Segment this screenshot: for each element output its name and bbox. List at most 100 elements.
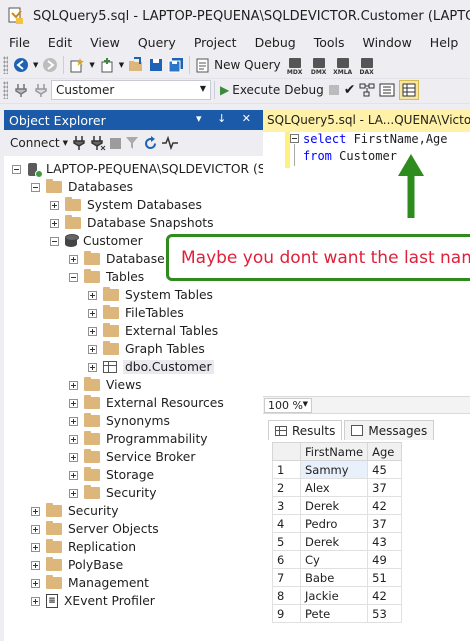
tree-node-graph-tables[interactable]: Graph Tables	[88, 340, 205, 358]
row-number[interactable]: 7	[272, 568, 301, 587]
tree-node-management[interactable]: Management	[31, 574, 149, 592]
row-number[interactable]: 5	[272, 532, 301, 551]
collapse-icon[interactable]	[12, 164, 21, 174]
stop-icon[interactable]	[110, 133, 122, 153]
expand-icon[interactable]	[69, 470, 78, 480]
tree-node-tables[interactable]: Tables	[69, 268, 144, 286]
dropdown-arrow-icon[interactable]: ▼	[89, 55, 94, 75]
forward-icon[interactable]	[42, 55, 58, 75]
expand-icon[interactable]	[31, 560, 40, 570]
menu-tools[interactable]: Tools	[305, 35, 354, 50]
connect-icon[interactable]	[33, 80, 49, 100]
toolbar-grip[interactable]	[3, 81, 8, 99]
toolbar-grip[interactable]	[3, 56, 8, 74]
query-options-icon[interactable]	[379, 80, 395, 100]
results-to-grid-icon[interactable]	[399, 80, 420, 100]
table-row[interactable]: 8 Jackie 42	[272, 586, 403, 605]
zoom-dropdown[interactable]: 100 % ▼	[264, 397, 312, 413]
column-header-age[interactable]: Age	[367, 442, 403, 461]
save-icon[interactable]	[148, 55, 164, 75]
menu-file[interactable]: File	[0, 35, 39, 50]
table-row[interactable]: 3 Derek 42	[272, 496, 403, 515]
collapse-icon[interactable]	[69, 272, 78, 282]
table-row[interactable]: 1 Sammy 45	[272, 460, 403, 479]
menu-window[interactable]: Window	[354, 35, 421, 50]
tab-query-editor[interactable]: SQLQuery5.sql - LA...QUENA\Victor (60))	[263, 110, 470, 130]
expand-icon[interactable]	[88, 344, 97, 354]
cell-firstname[interactable]: Pedro	[299, 514, 369, 533]
stop-icon[interactable]	[328, 80, 340, 100]
cell-firstname[interactable]: Sammy	[299, 460, 369, 479]
tree-node-storage[interactable]: Storage	[69, 466, 154, 484]
table-row[interactable]: 5 Derek 43	[272, 532, 403, 551]
new-project-icon[interactable]	[69, 55, 85, 75]
table-row[interactable]: 9 Pete 53	[272, 604, 403, 623]
tree-node-service-broker[interactable]: Service Broker	[69, 448, 195, 466]
tree-node-databases[interactable]: Databases	[31, 178, 133, 196]
tree-node-system-databases[interactable]: System Databases	[50, 196, 202, 214]
object-explorer-header[interactable]: Object Explorer ▾ ↓ ✕	[4, 110, 263, 130]
expand-icon[interactable]	[88, 308, 97, 318]
available-databases-dropdown[interactable]: Customer ▼	[51, 80, 211, 100]
execute-button[interactable]: ▶ Execute	[220, 80, 280, 100]
row-number[interactable]: 8	[272, 586, 301, 605]
display-estimated-plan-icon[interactable]	[359, 80, 375, 100]
tree-node-external-tables[interactable]: External Tables	[88, 322, 218, 340]
cell-age[interactable]: 37	[367, 514, 403, 533]
expand-icon[interactable]	[50, 200, 59, 210]
expand-icon[interactable]	[88, 326, 97, 336]
dropdown-arrow-icon[interactable]: ▼	[119, 55, 124, 75]
expand-icon[interactable]	[31, 596, 40, 606]
filter-icon[interactable]	[125, 133, 139, 153]
tab-results[interactable]: Results	[268, 420, 343, 440]
tree-node-server-objects[interactable]: Server Objects	[31, 520, 159, 538]
new-query-button[interactable]: New Query	[195, 55, 281, 75]
dmx-query-icon[interactable]: DMX	[307, 54, 331, 76]
column-header-firstname[interactable]: FirstName	[299, 442, 369, 461]
tree-node-programmability[interactable]: Programmability	[69, 430, 208, 448]
cell-firstname[interactable]: Alex	[299, 478, 369, 497]
tree-node-replication[interactable]: Replication	[31, 538, 136, 556]
cell-firstname[interactable]: Pete	[299, 604, 369, 623]
expand-icon[interactable]	[88, 290, 97, 300]
tree-node-synonyms[interactable]: Synonyms	[69, 412, 170, 430]
tree-node-system-tables[interactable]: System Tables	[88, 286, 213, 304]
cell-firstname[interactable]: Babe	[299, 568, 369, 587]
table-row[interactable]: 4 Pedro 37	[272, 514, 403, 533]
cell-firstname[interactable]: Derek	[299, 496, 369, 515]
cell-firstname[interactable]: Cy	[299, 550, 369, 569]
row-number[interactable]: 3	[272, 496, 301, 515]
results-grid[interactable]: FirstName Age 1 Sammy 45 2 Alex 37 3 Derek 42 4 Pe…	[272, 442, 403, 623]
row-number[interactable]: 9	[272, 604, 301, 623]
collapse-icon[interactable]	[31, 182, 40, 192]
cell-age[interactable]: 42	[367, 586, 403, 605]
tree-node-filetables[interactable]: FileTables	[88, 304, 184, 322]
cell-firstname[interactable]: Derek	[299, 532, 369, 551]
expand-icon[interactable]	[69, 380, 78, 390]
cell-age[interactable]: 53	[367, 604, 403, 623]
cell-age[interactable]: 49	[367, 550, 403, 569]
cell-age[interactable]: 43	[367, 532, 403, 551]
tree-node-server[interactable]: LAPTOP-PEQUENA\SQLDEVICTOR (SQL Server	[12, 160, 263, 178]
menu-project[interactable]: Project	[185, 35, 246, 50]
expand-icon[interactable]	[31, 524, 40, 534]
back-icon[interactable]	[13, 55, 29, 75]
expand-icon[interactable]	[69, 416, 78, 426]
row-number[interactable]: 2	[272, 478, 301, 497]
disconnect-icon[interactable]	[90, 133, 106, 153]
add-item-icon[interactable]	[99, 55, 115, 75]
parse-checkmark-icon[interactable]: ✔	[344, 80, 356, 100]
change-connection-icon[interactable]	[13, 80, 29, 100]
cell-age[interactable]: 51	[367, 568, 403, 587]
menu-help[interactable]: Help	[421, 35, 468, 50]
save-all-icon[interactable]	[168, 55, 184, 75]
expand-icon[interactable]	[69, 488, 78, 498]
expand-icon[interactable]	[69, 452, 78, 462]
row-number[interactable]: 4	[272, 514, 301, 533]
tree-node-polybase[interactable]: PolyBase	[31, 556, 123, 574]
tree-node-customer-db[interactable]: Customer	[50, 232, 143, 250]
ssms-app-icon[interactable]	[7, 7, 25, 25]
panel-window-controls[interactable]: ▾ ↓ ✕	[196, 112, 257, 125]
expand-icon[interactable]	[50, 218, 59, 228]
collapse-icon[interactable]	[50, 236, 59, 246]
